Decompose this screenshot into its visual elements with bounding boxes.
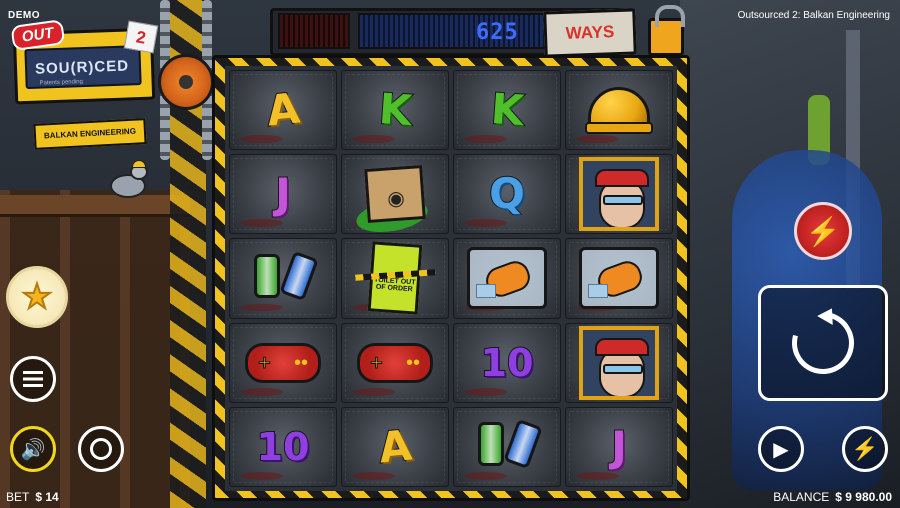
- reel-cell: A: [229, 70, 337, 151]
- helmet-icon: [585, 87, 653, 135]
- balance-value: $ 9 980.00: [835, 490, 892, 504]
- toilet-sign-icon: TOILET OUT OF ORDER: [355, 241, 436, 316]
- soda-cans-icon: [475, 419, 543, 471]
- balance-label: BALANCE: [773, 490, 830, 504]
- scaffold-rail: [0, 195, 190, 217]
- reel-cell: TOILET OUT OF ORDER: [341, 238, 449, 319]
- hardhat-icon: [132, 160, 146, 168]
- hand-in-bag-icon: [467, 247, 547, 310]
- speaker-icon: 🔊: [20, 438, 46, 461]
- hamburger-menu-icon: [23, 371, 43, 387]
- pigeon-mascot: [108, 160, 156, 202]
- turbo-button[interactable]: ⚡: [794, 202, 852, 260]
- hand-in-bag-icon: [579, 247, 659, 310]
- game-logo: SOU(R)CED Patents pending OUT 2: [10, 19, 159, 105]
- quick-spin-button[interactable]: ⚡: [842, 426, 888, 472]
- symbol-a: A: [263, 83, 302, 137]
- chip-icon: [90, 438, 112, 460]
- bet-display: BET $ 14: [6, 490, 59, 504]
- worker-portrait-icon: [579, 157, 659, 232]
- toilet-sign-text: TOILET OUT OF ORDER: [373, 277, 416, 294]
- play-icon: ▶: [773, 438, 789, 461]
- ways-count: 625: [476, 20, 519, 45]
- symbol-k: K: [488, 83, 526, 136]
- bet-label: BET: [6, 490, 30, 504]
- lightning-icon: ⚡: [805, 215, 841, 247]
- reel-cell: [453, 406, 561, 487]
- ways-label: WAYS: [543, 8, 637, 58]
- favorite-button[interactable]: ★: [6, 266, 68, 328]
- reel-cell: 10: [453, 322, 561, 403]
- reel-cell: A: [341, 406, 449, 487]
- demo-label: DEMO: [8, 10, 40, 21]
- gamepad-icon: [245, 342, 321, 383]
- logo-sequel-number: 2: [123, 20, 159, 54]
- worker-portrait-icon: [579, 325, 659, 400]
- reel-cell: 10: [229, 406, 337, 487]
- symbol-10: 10: [480, 340, 535, 385]
- reel-cell: [229, 238, 337, 319]
- menu-button[interactable]: [10, 356, 56, 402]
- padlock-icon: [648, 5, 685, 56]
- crane-pulley-decoration: [158, 54, 214, 110]
- logo-main-text: SOU(R)CED: [34, 57, 130, 78]
- reel-cell: [565, 322, 673, 403]
- soda-cans-icon: [251, 250, 319, 303]
- autoplay-button[interactable]: ▶: [758, 426, 804, 472]
- reel-grid: AKKJQTOILET OUT OF ORDER1010AJ: [225, 66, 677, 491]
- gamepad-icon: [357, 342, 433, 383]
- reel-cell: J: [229, 154, 337, 235]
- game-title: Outsourced 2: Balkan Engineering: [737, 10, 890, 21]
- spin-arrow-icon: [780, 300, 866, 386]
- symbol-10: 10: [256, 424, 311, 469]
- bet-settings-button[interactable]: [78, 426, 124, 472]
- reel-cell: [565, 70, 673, 151]
- balance-display: BALANCE $ 9 980.00: [773, 490, 892, 504]
- symbol-j: J: [274, 169, 292, 219]
- logo-panel: SOU(R)CED Patents pending: [24, 45, 142, 90]
- led-panel-left: [278, 13, 350, 49]
- reel-cell: J: [565, 406, 673, 487]
- reel-cell: [341, 154, 449, 235]
- symbol-k: K: [376, 83, 414, 136]
- reel-cell: [565, 154, 673, 235]
- reel-cell: [341, 322, 449, 403]
- led-panel-ways: [358, 13, 548, 49]
- star-icon: ★: [21, 277, 54, 317]
- sound-button[interactable]: 🔊: [10, 426, 56, 472]
- symbol-j: J: [610, 421, 628, 471]
- reel-cell: K: [453, 70, 561, 151]
- reel-cell: Q: [453, 154, 561, 235]
- reel-cell: [229, 322, 337, 403]
- bet-value: $ 14: [35, 490, 59, 504]
- status-bar: BET $ 14 BALANCE $ 9 980.00: [0, 488, 900, 508]
- lightning-icon: ⚡: [851, 436, 879, 461]
- logo-sub-text: Patents pending: [39, 79, 84, 87]
- symbol-q: Q: [488, 169, 526, 219]
- cardboard-box-icon: [353, 165, 431, 234]
- reel-cell: [453, 238, 561, 319]
- reel-cell: [565, 238, 673, 319]
- reel-cell: K: [341, 70, 449, 151]
- spin-button[interactable]: [758, 285, 888, 401]
- symbol-a: A: [375, 419, 414, 473]
